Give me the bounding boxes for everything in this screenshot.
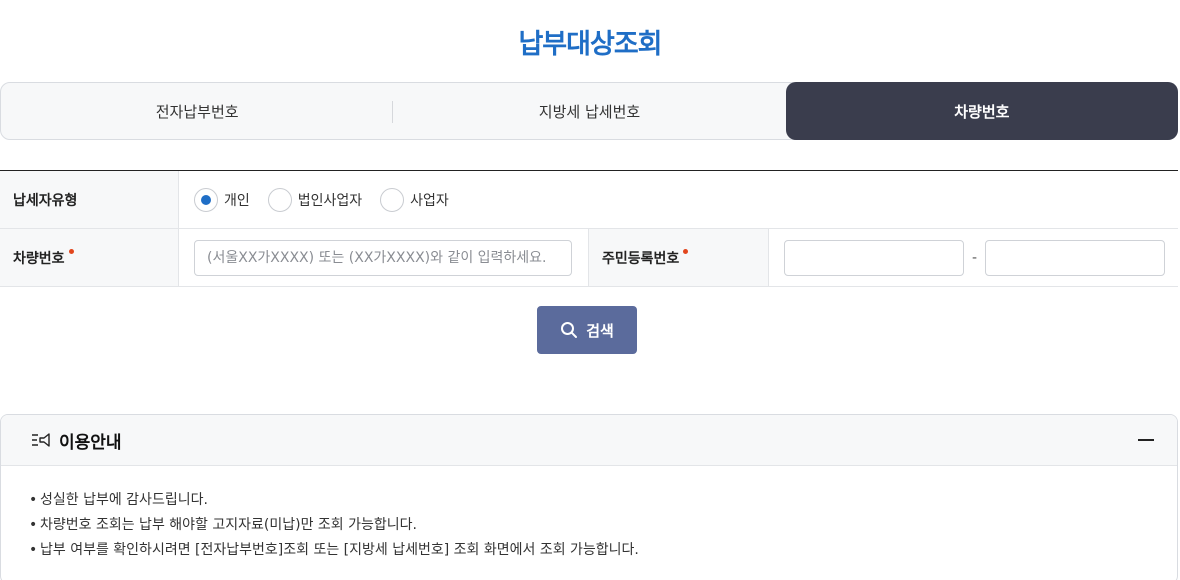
usage-guide-title: 이용안내	[59, 432, 122, 453]
car-number-label-text: 차량번호	[13, 250, 65, 267]
tab-electronic-payment-number[interactable]: 전자납부번호	[1, 83, 394, 139]
list-item: 차량번호 조회는 납부 해야할 고지자료(미납)만 조회 가능합니다.	[29, 513, 1177, 538]
search-button[interactable]: 검색	[537, 306, 637, 354]
tab-car-number[interactable]: 차량번호	[785, 82, 1178, 140]
taxpayer-type-label: 납세자유형	[0, 171, 178, 228]
tab-label: 차량번호	[954, 102, 1010, 121]
list-item: 납부 여부를 확인하시려면 [전자납부번호]조회 또는 [지방세 납세번호] 조…	[29, 538, 1177, 563]
tab-bar: 전자납부번호 지방세 납세번호 차량번호	[0, 82, 1178, 140]
guide-megaphone-icon	[32, 433, 50, 447]
resident-number-separator: -	[972, 249, 978, 266]
radio-label: 개인	[224, 192, 250, 209]
radio-unchecked-icon	[267, 187, 292, 212]
radio-unchecked-icon	[380, 187, 405, 212]
form-row-car-resident: 차량번호 주민등록번호 -	[0, 229, 1178, 287]
resident-number-label-text: 주민등록번호	[602, 250, 680, 267]
resident-number-cell: -	[768, 229, 1178, 286]
form-row-taxpayer-type: 납세자유형 개인 법인사업자 사업자	[0, 171, 1178, 229]
radio-corporate-business[interactable]: 법인사업자	[267, 187, 363, 212]
search-button-label: 검색	[586, 321, 614, 340]
radio-checked-icon	[194, 187, 218, 212]
usage-guide-list: 성실한 납부에 감사드립니다. 차량번호 조회는 납부 해야할 고지자료(미납)…	[1, 466, 1177, 563]
radio-individual[interactable]: 개인	[194, 187, 250, 212]
collapse-icon[interactable]	[1137, 431, 1155, 449]
page-title: 납부대상조회	[518, 29, 662, 60]
tab-local-tax-number[interactable]: 지방세 납세번호	[393, 83, 785, 139]
radio-label: 법인사업자	[297, 192, 363, 209]
car-number-input[interactable]	[194, 239, 572, 276]
usage-guide-header[interactable]: 이용안내	[1, 415, 1177, 466]
usage-guide-panel: 이용안내 성실한 납부에 감사드립니다. 차량번호 조회는 납부 해야할 고지자…	[0, 414, 1178, 580]
required-mark	[68, 249, 74, 254]
tab-label: 전자납부번호	[155, 102, 239, 121]
resident-number-front-input[interactable]	[784, 239, 964, 276]
resident-number-label: 주민등록번호	[588, 229, 768, 286]
search-icon	[561, 322, 578, 338]
search-form: 납세자유형 개인 법인사업자 사업자 차량번호 주민등록번호	[0, 170, 1178, 287]
car-number-cell	[178, 229, 588, 286]
radio-business[interactable]: 사업자	[380, 187, 449, 212]
taxpayer-type-options: 개인 법인사업자 사업자	[178, 171, 1178, 228]
list-item: 성실한 납부에 감사드립니다.	[29, 488, 1177, 513]
tab-label: 지방세 납세번호	[538, 102, 641, 121]
required-mark	[683, 249, 689, 254]
radio-label: 사업자	[410, 192, 449, 209]
resident-number-back-input[interactable]	[985, 239, 1166, 276]
car-number-label: 차량번호	[0, 229, 178, 286]
